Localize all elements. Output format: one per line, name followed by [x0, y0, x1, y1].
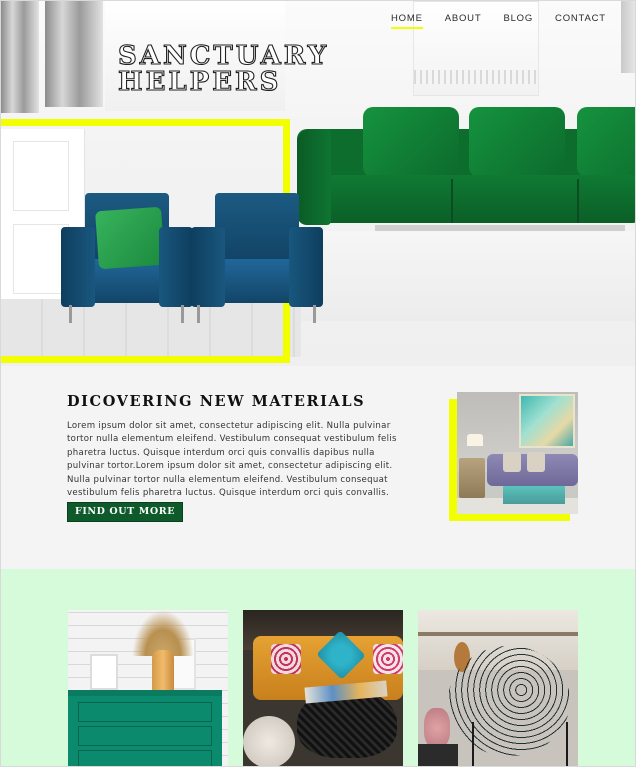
- hero-banner: SANCTUARY HELPERS HOME ABOUT BLOG CONTAC…: [1, 1, 635, 366]
- materials-section: DICOVERING NEW MATERIALS Lorem ipsum dol…: [1, 366, 635, 569]
- hero-window-right: [621, 1, 635, 73]
- hero-window-left-2: [45, 1, 103, 107]
- hero-blue-armchair-left-image: [61, 193, 193, 323]
- landing-page: SANCTUARY HELPERS HOME ABOUT BLOG CONTAC…: [0, 0, 636, 767]
- site-logo[interactable]: SANCTUARY HELPERS: [117, 41, 358, 97]
- hero-green-sofa-image: [297, 107, 635, 231]
- section-heading: DICOVERING NEW MATERIALS: [67, 393, 366, 410]
- nav-about-link[interactable]: ABOUT: [445, 13, 482, 29]
- living-room-thumbnail-image: [457, 392, 578, 514]
- gallery-card-dresser-image[interactable]: [68, 610, 228, 766]
- gallery-card-sofa-image[interactable]: [243, 610, 403, 766]
- hero-floor-right: [301, 231, 635, 321]
- nav-blog-link[interactable]: BLOG: [503, 13, 533, 29]
- hero-blue-armchair-right-image: [191, 193, 323, 323]
- logo-line-1: SANCTUARY: [117, 41, 330, 71]
- section-body-text: Lorem ipsum dolor sit amet, consectetur …: [67, 421, 397, 499]
- main-nav: HOME ABOUT BLOG CONTACT: [391, 13, 628, 29]
- logo-line-2: HELPERS: [117, 67, 282, 97]
- find-out-more-button[interactable]: FIND OUT MORE: [67, 502, 184, 522]
- nav-contact-link[interactable]: CONTACT: [555, 13, 606, 29]
- gallery-section: [1, 569, 635, 766]
- hero-window-left: [1, 1, 39, 113]
- gallery-card-wire-chair-image[interactable]: [418, 610, 578, 766]
- nav-home-link[interactable]: HOME: [391, 13, 423, 29]
